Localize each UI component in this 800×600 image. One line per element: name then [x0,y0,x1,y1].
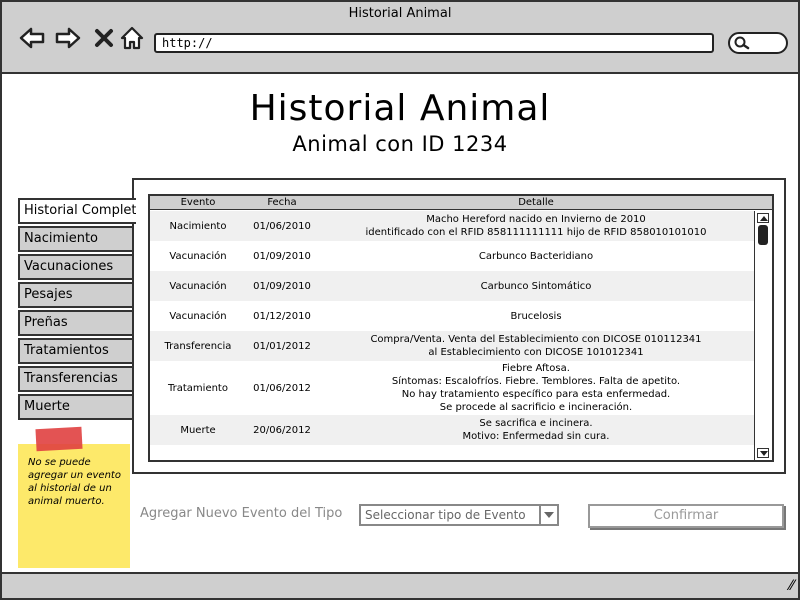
table-row[interactable]: Transferencia 01/01/2012 Compra/Venta. V… [150,331,754,361]
table-body: Nacimiento 01/06/2010 Macho Hereford nac… [150,211,754,445]
search-icon [734,36,750,50]
table-row[interactable]: Tratamiento 01/06/2012 Fiebre Aftosa. Sí… [150,361,754,415]
search-field[interactable] [728,32,788,54]
cell-detalle: Brucelosis [510,310,562,322]
cell-detalle: Carbunco Sintomático [480,280,592,292]
browser-toolbar: Historial Animal http:// [2,2,798,74]
table-row[interactable]: Vacunación 01/12/2010 Brucelosis [150,301,754,331]
table-header: Evento Fecha Detalle [150,196,772,210]
cell-fecha: 20/06/2012 [253,424,311,436]
cell-fecha: 01/01/2012 [253,340,311,352]
back-arrow-icon[interactable] [18,24,46,52]
cell-evento: Tratamiento [168,382,228,394]
column-header-evento[interactable]: Evento [150,196,246,209]
stop-icon[interactable] [90,24,118,52]
tab-nacimiento[interactable]: Nacimiento [18,226,134,252]
table-row[interactable]: Vacunación 01/09/2010 Carbunco Bacteridi… [150,241,754,271]
column-header-detalle[interactable]: Detalle [318,196,754,209]
event-type-select-value: Seleccionar tipo de Evento [365,508,526,522]
scroll-thumb[interactable] [758,225,768,245]
table-scrollbar[interactable] [754,211,772,460]
window-title: Historial Animal [348,6,452,21]
confirm-button[interactable]: Confirmar [588,504,784,528]
page-title: Historial Animal [249,88,551,129]
cell-fecha: 01/09/2010 [253,280,311,292]
cell-detalle: Fiebre Aftosa. Síntomas: Escalofríos. Fi… [391,363,681,413]
table-row[interactable]: Nacimiento 01/06/2010 Macho Hereford nac… [150,211,754,241]
cell-detalle: Se sacrifica e incinera. Motivo: Enferme… [462,418,610,442]
forward-arrow-icon[interactable] [54,24,82,52]
tab-transferencias[interactable]: Transferencias [18,366,134,392]
table-row[interactable]: Vacunación 01/09/2010 Carbunco Sintomáti… [150,271,754,301]
status-bar: ⁄⁄ [2,572,798,598]
page-subtitle: Animal con ID 1234 [292,132,508,156]
tab-pesajes[interactable]: Pesajes [18,282,134,308]
tape-icon [35,426,83,452]
events-table: Evento Fecha Detalle Nacimiento 01/06/20… [148,194,774,462]
cell-detalle: Carbunco Bacteridiano [478,250,594,262]
table-row[interactable]: Muerte 20/06/2012 Se sacrifica e inciner… [150,415,754,445]
cell-fecha: 01/09/2010 [253,250,311,262]
cell-evento: Nacimiento [169,220,227,232]
tab-tratamientos[interactable]: Tratamientos [18,338,134,364]
cell-evento: Transferencia [164,340,232,352]
cell-fecha: 01/06/2010 [253,220,311,232]
cell-detalle: Macho Hereford nacido en Invierno de 201… [365,214,707,238]
add-event-label: Agregar Nuevo Evento del Tipo [140,506,343,521]
home-icon[interactable] [118,24,146,52]
tab-historial-completo[interactable]: Historial Completo [18,198,136,224]
cell-evento: Vacunación [169,250,227,262]
cell-evento: Vacunación [169,310,227,322]
cell-evento: Vacunación [169,280,227,292]
scroll-up-icon[interactable] [757,213,769,223]
tab-muerte[interactable]: Muerte [18,394,134,420]
cell-fecha: 01/12/2010 [253,310,311,322]
tab-list: Historial Completo Nacimiento Vacunacion… [18,198,136,422]
browser-window: Historial Animal http:// Historial Anima… [0,0,800,600]
cell-fecha: 01/06/2012 [253,382,311,394]
event-type-select[interactable]: Seleccionar tipo de Evento [359,504,559,526]
cell-evento: Muerte [180,424,216,436]
scroll-down-icon[interactable] [757,448,769,458]
chevron-down-icon[interactable] [539,506,557,524]
tab-prenas[interactable]: Preñas [18,310,134,336]
tab-vacunaciones[interactable]: Vacunaciones [18,254,134,280]
cell-detalle: Compra/Venta. Venta del Establecimiento … [370,334,702,358]
address-bar[interactable]: http:// [154,33,714,53]
resize-grip-icon[interactable]: ⁄⁄ [789,578,794,594]
sticky-note-text: No se puede agregar un evento al histori… [28,457,121,507]
column-header-fecha[interactable]: Fecha [246,196,318,209]
tab-panel: Evento Fecha Detalle Nacimiento 01/06/20… [132,178,786,474]
